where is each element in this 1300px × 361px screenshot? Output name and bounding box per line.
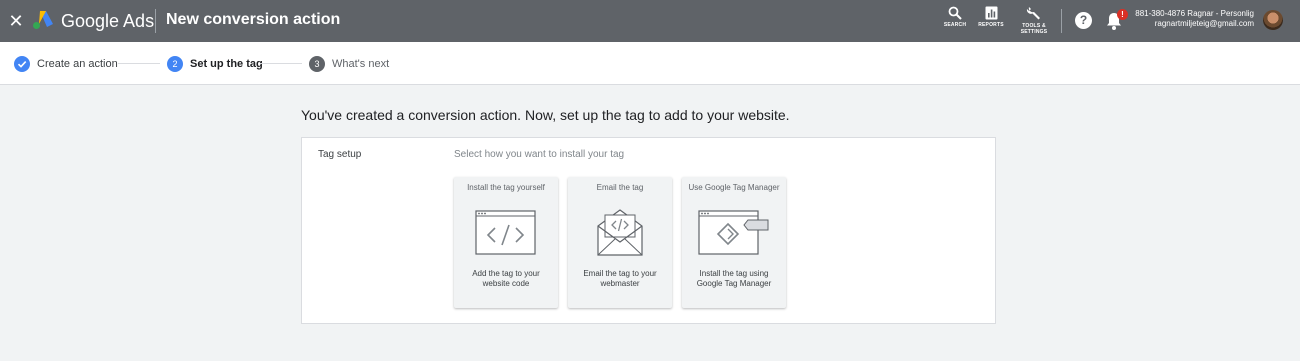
page-heading: You've created a conversion action. Now,…: [301, 107, 790, 123]
tag-manager-icon: [698, 210, 769, 255]
tools-label-line2: SETTINGS: [1020, 29, 1048, 35]
option-description: Email the tag to your webmaster: [583, 269, 657, 288]
option-illustration: [568, 208, 672, 266]
progress-stepper: Create an action 2 Set up the tag 3 What…: [0, 42, 1300, 85]
step-label: Create an action: [37, 57, 118, 70]
divider: [1061, 9, 1062, 33]
tools-settings-button[interactable]: TOOLS & SETTINGS: [1015, 6, 1053, 35]
account-name: 881-380-4876 Ragnar - Personlig: [1135, 9, 1254, 18]
step-set-up-tag: 2 Set up the tag: [167, 55, 263, 72]
reports-button[interactable]: REPORTS: [974, 6, 1008, 28]
step-whats-next: 3 What's next: [309, 55, 389, 72]
code-window-icon: [475, 210, 536, 255]
tag-setup-card: Tag setup Select how you want to install…: [301, 137, 996, 324]
avatar[interactable]: [1263, 10, 1283, 30]
account-switcher[interactable]: 881-380-4876 Ragnar - Personlig ragnartm…: [1135, 9, 1254, 29]
brand-name: Google Ads: [61, 11, 155, 31]
email-code-icon: [597, 209, 643, 256]
step-connector: [118, 63, 160, 64]
wrench-icon: [1026, 7, 1040, 20]
step-number: 2: [167, 55, 183, 72]
option-title: Use Google Tag Manager: [688, 183, 780, 192]
option-illustration: [454, 208, 558, 266]
bar-chart-icon: [985, 6, 997, 20]
search-label: SEARCH: [943, 22, 967, 28]
reports-label: REPORTS: [978, 22, 1004, 28]
top-app-bar: ✕ Google Ads New conversion action SEARC…: [0, 0, 1300, 42]
tag-setup-hint: Select how you want to install your tag: [454, 149, 625, 160]
step-label: Set up the tag: [190, 57, 263, 70]
tag-setup-label: Tag setup: [318, 149, 362, 160]
close-icon[interactable]: ✕: [6, 11, 26, 31]
search-icon: [948, 6, 962, 20]
google-ads-logo: [33, 11, 53, 29]
step-number: 3: [309, 55, 325, 72]
option-title: Email the tag: [596, 183, 644, 192]
step-create-action: Create an action: [14, 55, 118, 72]
option-email-tag[interactable]: Email the tag Email the tag to your webm…: [568, 177, 672, 308]
search-button[interactable]: SEARCH: [938, 6, 972, 28]
divider: [155, 9, 156, 33]
option-description: Install the tag using Google Tag Manager: [696, 269, 772, 288]
step-label: What's next: [332, 57, 390, 70]
page-title: New conversion action: [166, 11, 341, 28]
check-icon: [14, 55, 30, 72]
notification-badge: !: [1117, 9, 1128, 20]
option-description: Add the tag to your website code: [472, 269, 540, 288]
help-icon[interactable]: ?: [1075, 12, 1092, 29]
option-title: Install the tag yourself: [467, 183, 545, 192]
account-email: ragnartmiljeteig@gmail.com: [1154, 19, 1254, 28]
option-google-tag-manager[interactable]: Use Google Tag Manager Install the tag u…: [682, 177, 786, 308]
step-connector: [260, 63, 302, 64]
option-install-yourself[interactable]: Install the tag yourself Add the tag to …: [454, 177, 558, 308]
option-illustration: [682, 208, 786, 266]
